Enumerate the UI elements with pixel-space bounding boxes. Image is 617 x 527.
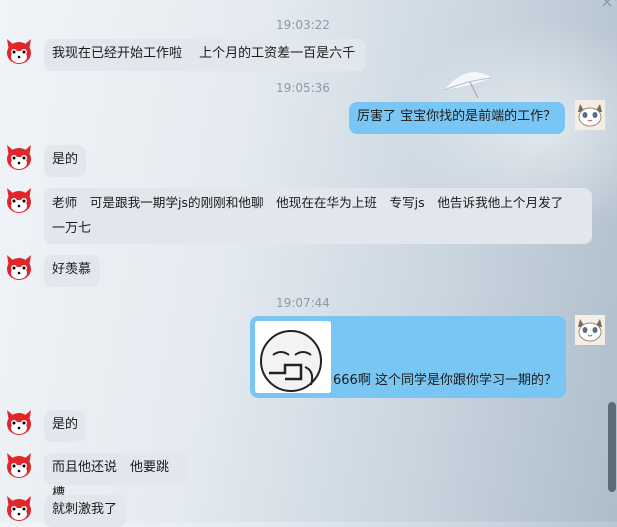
red-fox-avatar-icon[interactable] — [4, 143, 34, 173]
scrollbar-thumb[interactable] — [608, 402, 616, 492]
message-timestamp: 19:07:44 — [276, 296, 330, 310]
red-fox-avatar-icon[interactable] — [4, 494, 34, 524]
cat-avatar-icon[interactable] — [575, 100, 605, 130]
message-text: 好羡慕 — [52, 262, 92, 277]
red-fox-avatar-icon[interactable] — [4, 37, 34, 67]
message-text: 厉害了 宝宝你找的是前端的工作？ — [357, 109, 557, 124]
red-fox-avatar-icon[interactable] — [4, 253, 34, 283]
message-timestamp: 19:03:22 — [276, 18, 330, 32]
message-bubble-received[interactable]: 而且他还说 他要跳槽 — [44, 453, 188, 501]
message-text: 我现在已经开始工作啦 上个月的工资差一百是六千 — [52, 46, 356, 61]
message-text: 666啊 这个同学是你跟你学习一期的？ — [333, 373, 557, 388]
message-bubble-received[interactable]: 是的 — [44, 145, 86, 177]
message-text: 就刺激我了 — [52, 502, 118, 517]
message-bubble-received[interactable]: 是的 — [44, 410, 86, 442]
message-text: 是的 — [52, 152, 79, 167]
message-text-line: 一万七 — [52, 221, 92, 236]
red-fox-avatar-icon[interactable] — [4, 186, 34, 216]
cat-avatar-icon[interactable] — [575, 315, 605, 345]
message-bubble-sent[interactable]: 厉害了 宝宝你找的是前端的工作？ — [349, 102, 565, 134]
message-text: 是的 — [52, 417, 79, 432]
message-bubble-received[interactable]: 好羡慕 — [44, 255, 100, 287]
message-timestamp: 19:05:36 — [276, 81, 330, 95]
message-bubble-sent[interactable]: 666啊 这个同学是你跟你学习一期的？ — [250, 316, 566, 398]
message-text-line: 老师 可是跟我一期学js的刚刚和他聊 他现在在华为上班 专写js 他告诉我他上个… — [52, 195, 564, 210]
meme-sticker-icon[interactable] — [255, 321, 331, 393]
red-fox-avatar-icon[interactable] — [4, 451, 34, 481]
message-bubble-received[interactable]: 老师 可是跟我一期学js的刚刚和他聊 他现在在华为上班 专写js 他告诉我他上个… — [44, 188, 592, 244]
message-bubble-received[interactable]: 就刺激我了 — [44, 495, 126, 527]
red-fox-avatar-icon[interactable] — [4, 408, 34, 438]
message-bubble-received[interactable]: 我现在已经开始工作啦 上个月的工资差一百是六千 — [44, 39, 366, 71]
